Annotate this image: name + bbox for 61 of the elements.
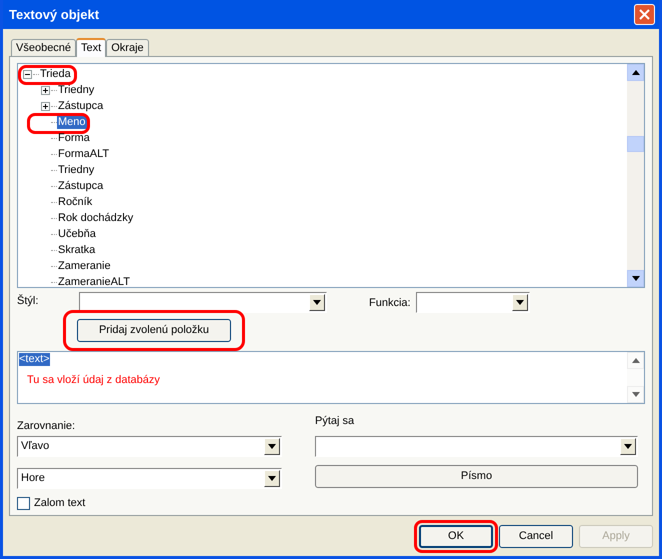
text-tag: <text> — [19, 352, 50, 366]
chevron-down-icon — [624, 444, 632, 449]
tree-item[interactable]: Triedny — [57, 84, 96, 96]
tab[interactable]: Všeobecné — [11, 39, 76, 56]
tree-item[interactable]: Zástupca — [57, 180, 104, 192]
checkbox[interactable] — [17, 496, 30, 510]
expand-toggle[interactable] — [41, 86, 50, 94]
chevron-down-icon — [313, 300, 321, 305]
dialog-button: Apply — [579, 525, 653, 548]
collapse-toggle[interactable] — [23, 70, 32, 78]
ask-label: Pýtaj sa — [315, 414, 356, 429]
dropdown-arrow-button[interactable] — [264, 438, 280, 455]
tree-item[interactable]: Rok dochádzky — [57, 212, 134, 224]
dialog-button[interactable]: OK — [419, 525, 493, 548]
plus-icon — [43, 88, 48, 92]
expand-toggle[interactable] — [41, 102, 50, 110]
dropdown-arrow-button[interactable] — [309, 294, 325, 311]
tree-item[interactable]: Skratka — [57, 244, 96, 256]
dropdown[interactable]: Vľavo — [17, 436, 282, 457]
chevron-up-icon — [632, 70, 640, 75]
scrollbar-thumb[interactable] — [627, 136, 644, 152]
dropdown[interactable] — [416, 292, 530, 313]
scrollbar[interactable] — [627, 64, 644, 287]
font-button[interactable]: Písmo — [315, 464, 638, 488]
tree-item[interactable]: Forma — [57, 132, 91, 144]
alignment-label: Zarovnanie: — [17, 418, 76, 434]
chevron-down-icon — [632, 276, 640, 281]
chevron-down-icon — [632, 392, 640, 397]
close-icon — [639, 9, 650, 20]
dropdown-value: Vľavo — [20, 439, 50, 454]
style-label: Štýl: — [17, 293, 40, 309]
checkbox-label: Zalom text — [34, 496, 86, 511]
dropdown-arrow-button[interactable] — [512, 294, 528, 311]
placeholder-text: Tu sa vloží údaj z databázy — [27, 374, 160, 387]
tree-item[interactable]: Ročník — [57, 196, 94, 208]
tree-item[interactable]: FormaALT — [57, 148, 110, 160]
chevron-down-icon — [268, 476, 276, 481]
function-label: Funkcia: — [369, 296, 411, 311]
dropdown-arrow-button[interactable] — [620, 438, 636, 455]
text-editor[interactable]: <text> Tu sa vloží údaj z databázy — [17, 350, 645, 404]
minus-icon — [25, 72, 30, 76]
tree-item[interactable]: Zástupca — [57, 100, 104, 112]
tab[interactable]: Okraje — [106, 39, 149, 56]
window-title: Textový objekt — [8, 6, 100, 24]
tree-item[interactable]: Meno — [57, 116, 87, 128]
add-selected-item-button[interactable]: Pridaj zvolenú položku — [77, 318, 231, 342]
dropdown-value: Hore — [20, 471, 46, 486]
tree-item[interactable]: ZameranieALT — [57, 276, 131, 287]
dropdown-arrow-button[interactable] — [264, 470, 280, 487]
tree-item[interactable]: Zameranie — [57, 260, 112, 272]
chevron-down-icon — [516, 300, 524, 305]
tree-item[interactable]: Triedny — [57, 164, 96, 176]
tab[interactable]: Text — [76, 38, 106, 57]
tree-item[interactable]: Trieda — [39, 68, 72, 80]
dialog-button[interactable]: Cancel — [499, 525, 573, 548]
tree-item[interactable]: Učebňa — [57, 228, 97, 240]
dropdown[interactable]: Hore — [17, 468, 282, 489]
close-button[interactable] — [634, 4, 655, 25]
chevron-up-icon — [632, 358, 640, 363]
chevron-down-icon — [268, 444, 276, 449]
plus-icon — [43, 104, 48, 108]
